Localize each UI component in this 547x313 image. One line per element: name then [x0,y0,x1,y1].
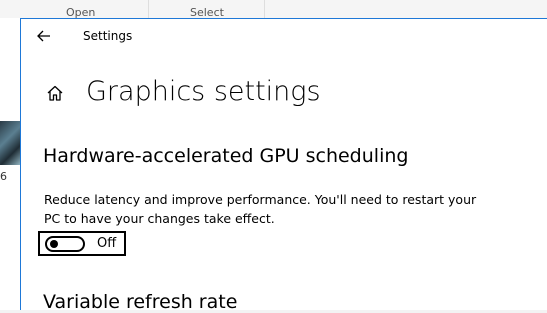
gpu-scheduling-toggle[interactable]: Off [38,231,126,256]
settings-window: Settings Graphics settings Hardware-acce… [20,18,547,313]
toggle-state-label: Off [97,236,117,251]
ribbon-group-open[interactable]: Open [0,0,149,19]
arrow-left-icon [37,30,50,42]
home-button[interactable] [43,81,67,105]
gpu-scheduling-description: Reduce latency and improve performance. … [44,192,477,226]
back-button[interactable] [31,25,57,47]
toggle-track [45,235,85,252]
page-title: Graphics settings [86,76,321,107]
ribbon-group-select[interactable]: Select [148,0,265,19]
file-thumbnail[interactable] [0,121,20,165]
title-bar: Settings [21,19,547,53]
explorer-ribbon: Open Select [0,0,547,19]
home-icon [47,85,63,101]
toggle-knob [50,239,58,248]
file-thumbnail-label: 6 [0,170,7,183]
app-title: Settings [83,29,133,43]
gpu-scheduling-heading: Hardware-accelerated GPU scheduling [43,145,409,167]
